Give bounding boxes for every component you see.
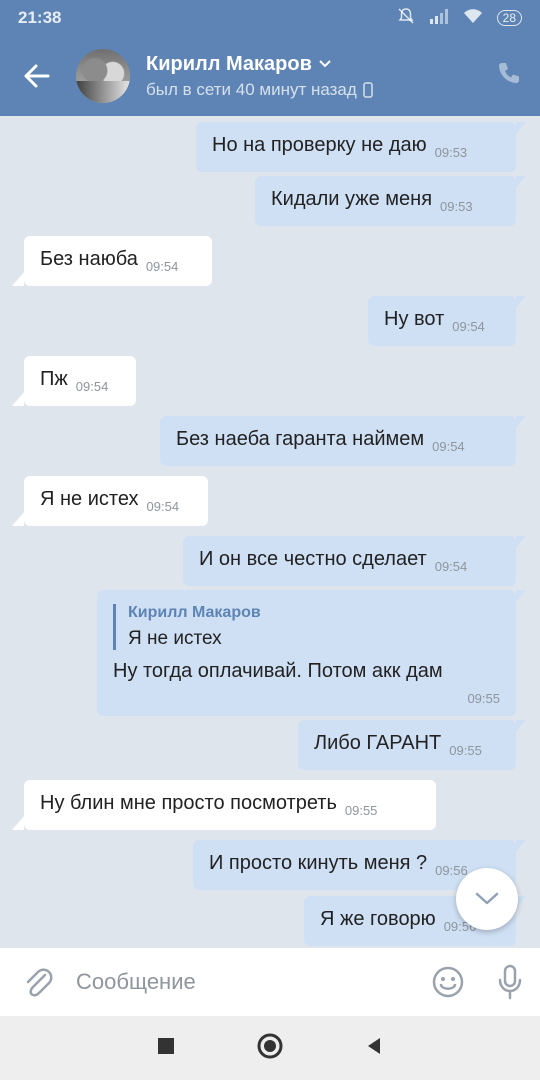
message-text: И он все честно сделает [199,548,427,570]
message-text: Пж [40,368,68,390]
reply-author: Кирилл Макаров [128,604,261,621]
message-outgoing[interactable]: Ну вот 09:54 [368,296,526,346]
app-header: 21:38 28 Кирилл Макаров был в сети 40 ми… [0,0,540,116]
message-time: 09:53 [440,199,473,214]
attach-button[interactable] [0,965,76,999]
message-time: 09:54 [434,559,468,574]
last-seen-row: был в сети 40 минут назад [146,80,373,100]
message-text: Но на проверку не даю [212,134,427,156]
voice-message-button[interactable] [480,964,540,1000]
message-text: И просто кинуть меня ? [209,852,428,874]
message-outgoing[interactable]: Кидали уже меня 09:53 [255,176,526,226]
message-outgoing[interactable]: Без наеба гаранта наймем 09:54 [160,416,526,466]
message-text: Без наюба [40,248,138,270]
call-button[interactable] [496,60,522,91]
status-icons: 28 [397,7,522,30]
last-seen-text: был в сети 40 минут назад [146,79,357,99]
message-time: 09:55 [449,743,482,758]
message-incoming[interactable]: Ну блин мне просто посмотреть 09:55 [12,780,436,830]
back-button[interactable] [0,36,72,116]
message-time: 09:54 [75,379,109,394]
status-time: 21:38 [18,8,62,27]
chat-header: Кирилл Макаров был в сети 40 минут назад [0,36,540,116]
contact-name: Кирилл Макаров [146,52,312,75]
contact-name-row: Кирилл Макаров [146,53,373,76]
message-text: Я не истех [40,488,139,510]
message-incoming[interactable]: Без наюба 09:54 [12,236,212,286]
reply-quote[interactable]: Кирилл Макаров Я не истех [113,604,500,650]
message-text: Либо ГАРАНТ [314,732,442,754]
message-incoming[interactable]: Я не истех 09:54 [12,476,208,526]
smile-icon [432,966,464,998]
message-time: 09:55 [467,691,500,706]
mute-icon [397,7,415,30]
message-outgoing[interactable]: Либо ГАРАНТ 09:55 [298,720,526,770]
square-icon [158,1037,174,1054]
message-composer: Сообщение [0,948,540,1016]
message-outgoing-reply[interactable]: Кирилл Макаров Я не истех Ну тогда оплач… [97,590,526,716]
scroll-to-bottom-button[interactable] [456,868,518,930]
message-outgoing[interactable]: И он все честно сделает 09:54 [183,536,526,586]
message-time: 09:54 [146,499,180,514]
wifi-icon [463,8,483,29]
back-arrow-icon [24,64,50,88]
message-list[interactable]: Но на проверку не даю 09:53 Кидали уже ме… [0,116,540,948]
message-text: Кидали уже меня [271,188,433,210]
message-text: Ну блин мне просто посмотреть [40,792,337,814]
circle-icon [257,1033,283,1058]
system-navigation-bar [0,1016,540,1080]
message-time: 09:54 [432,439,465,454]
message-incoming[interactable]: Пж 09:54 [12,356,136,406]
message-time: 09:55 [344,803,378,818]
message-time: 09:56 [435,863,468,878]
status-bar: 21:38 28 [0,0,540,36]
message-input[interactable]: Сообщение [76,969,416,995]
message-text: Без наеба гаранта наймем [176,428,425,450]
message-text: Ну тогда оплачивай. Потом акк дам [113,660,443,682]
reply-text: Я не истех [128,628,222,649]
phone-icon [499,63,519,83]
triangle-left-icon [368,1037,380,1054]
back-nav-button[interactable] [364,1036,384,1061]
battery-indicator: 28 [496,10,522,26]
microphone-icon [498,964,522,1000]
signal-icon [429,8,449,29]
recents-button[interactable] [156,1036,176,1061]
message-time: 09:54 [452,319,485,334]
chevron-down-icon [475,892,499,905]
avatar[interactable] [76,49,130,103]
message-time: 09:54 [145,259,179,274]
message-outgoing[interactable]: Но на проверку не даю 09:53 [196,122,526,172]
mobile-icon [363,81,373,98]
contact-info[interactable]: Кирилл Макаров был в сети 40 минут назад [146,53,373,100]
emoji-button[interactable] [416,965,480,999]
message-text: Ну вот [384,308,445,330]
message-text: Я же говорю [320,908,436,930]
home-button[interactable] [256,1032,284,1065]
message-time: 09:53 [434,145,468,160]
chevron-down-icon [319,60,331,68]
paperclip-icon [26,968,53,997]
